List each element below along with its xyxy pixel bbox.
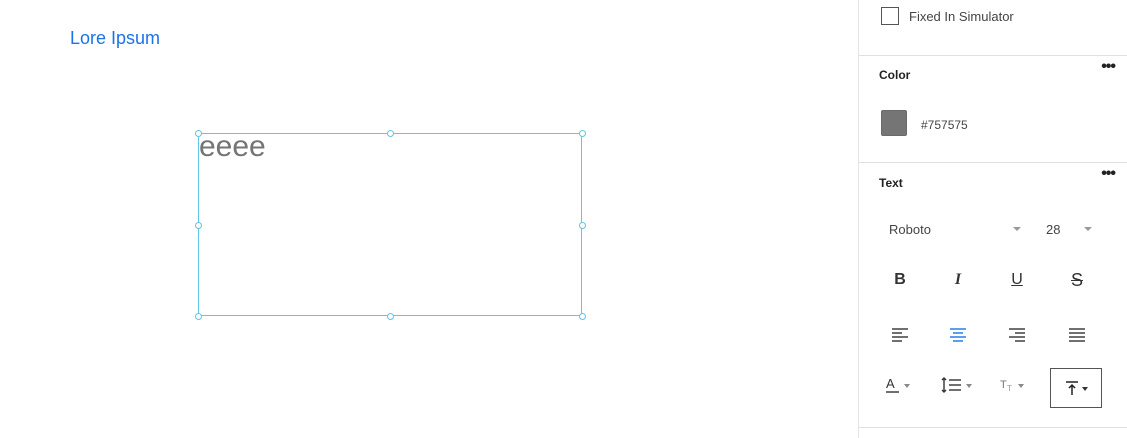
font-size-value: 28: [1046, 222, 1061, 237]
text-more-icon[interactable]: •••: [1101, 166, 1116, 182]
caret-down-icon: [1018, 384, 1024, 388]
resize-handle-bottom-left[interactable]: [195, 313, 202, 320]
svg-text:T: T: [1000, 379, 1007, 391]
align-justify-button[interactable]: [1062, 322, 1092, 348]
italic-button[interactable]: I: [943, 267, 973, 293]
strikethrough-button[interactable]: S: [1062, 267, 1092, 293]
align-justify-icon: [1069, 328, 1085, 342]
color-more-icon[interactable]: •••: [1101, 59, 1116, 75]
resize-handle-top-left[interactable]: [195, 130, 202, 137]
resize-handle-bottom-right[interactable]: [579, 313, 586, 320]
vertical-align-button[interactable]: [1050, 368, 1102, 408]
resize-handle-middle-right[interactable]: [579, 222, 586, 229]
font-family-value: Roboto: [889, 222, 931, 237]
text-transform-icon: TT: [1000, 379, 1012, 393]
text-color-button[interactable]: A: [885, 370, 910, 400]
design-canvas[interactable]: Lore Ipsum eeee: [0, 0, 858, 438]
align-right-button[interactable]: [1002, 322, 1032, 348]
fixed-in-simulator-label: Fixed In Simulator: [909, 8, 1014, 24]
color-section-title: Color: [879, 68, 911, 82]
line-height-button[interactable]: [941, 370, 972, 400]
fixed-in-simulator-checkbox[interactable]: [881, 7, 899, 25]
color-hex-value[interactable]: #757575: [921, 118, 968, 132]
align-left-icon: [892, 328, 908, 342]
svg-text:T: T: [1007, 384, 1012, 393]
line-height-icon: [941, 377, 961, 393]
align-left-button[interactable]: [885, 322, 915, 348]
resize-handle-top-middle[interactable]: [387, 130, 394, 137]
chevron-down-icon: [1013, 227, 1021, 231]
bold-button[interactable]: B: [885, 267, 915, 293]
fixed-in-simulator-row[interactable]: Fixed In Simulator: [881, 7, 1014, 25]
text-section: Text ••• Roboto 28 B I U S A T T: [859, 163, 1127, 428]
align-center-icon: [950, 328, 966, 342]
color-swatch[interactable]: [881, 110, 907, 136]
align-center-button[interactable]: [943, 322, 973, 348]
align-right-icon: [1009, 328, 1025, 342]
text-color-icon: A: [886, 376, 899, 393]
properties-panel: Fixed In Simulator Color ••• #757575 Tex…: [858, 0, 1127, 438]
font-size-select[interactable]: 28: [1046, 222, 1092, 237]
fixed-section: Fixed In Simulator: [859, 0, 1127, 56]
font-family-select[interactable]: Roboto: [889, 222, 1021, 237]
caret-down-icon: [966, 384, 972, 388]
color-section: Color ••• #757575: [859, 56, 1127, 163]
vertical-align-top-icon: [1065, 381, 1078, 395]
resize-handle-bottom-middle[interactable]: [387, 313, 394, 320]
caret-down-icon: [904, 384, 910, 388]
text-element-content[interactable]: eeee: [199, 130, 266, 164]
chevron-down-icon: [1084, 227, 1092, 231]
caret-down-icon: [1081, 387, 1088, 391]
resize-handle-top-right[interactable]: [579, 130, 586, 137]
selected-text-element[interactable]: eeee: [195, 130, 586, 320]
text-transform-button[interactable]: TT: [999, 370, 1024, 400]
lore-ipsum-link[interactable]: Lore Ipsum: [70, 28, 160, 49]
svg-text:A: A: [886, 376, 895, 391]
underline-button[interactable]: U: [1002, 267, 1032, 293]
resize-handle-middle-left[interactable]: [195, 222, 202, 229]
text-section-title: Text: [879, 176, 903, 190]
